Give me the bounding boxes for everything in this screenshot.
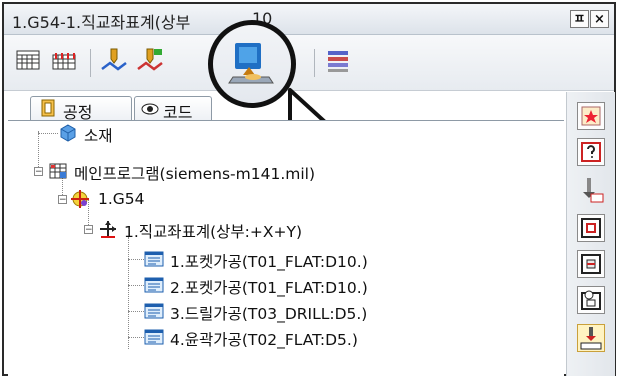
operation-window: 1.G54-1.직교좌표계(상부 10 ㅍ × 공정 코드 소재 − 메인프로그… bbox=[2, 2, 616, 377]
tree-expander-minus[interactable]: − bbox=[84, 225, 93, 235]
workoffset-target-icon bbox=[71, 190, 89, 208]
program-grid-icon bbox=[49, 163, 67, 179]
new-op-icon bbox=[581, 106, 601, 126]
tree-connector bbox=[38, 133, 58, 134]
tree-connector bbox=[128, 259, 144, 260]
engrave-op-icon bbox=[580, 327, 602, 350]
right-toolbar bbox=[566, 92, 615, 376]
tab-code[interactable]: 코드 bbox=[134, 96, 212, 122]
operation-doc-icon bbox=[144, 277, 164, 293]
pin-button[interactable]: ㅍ bbox=[570, 10, 589, 28]
close-icon: × bbox=[594, 12, 605, 27]
boss-operation-button[interactable] bbox=[577, 214, 605, 242]
tree-item-label: 1.포켓가공(T01_FLAT:D10.) bbox=[170, 253, 368, 271]
tab-strip: 공정 코드 bbox=[4, 92, 564, 122]
window-title: 1.G54-1.직교좌표계(상부 bbox=[12, 13, 191, 32]
tree-connector bbox=[128, 337, 144, 338]
machine-simulation-icon[interactable] bbox=[227, 39, 277, 89]
operation-doc-icon bbox=[144, 303, 164, 319]
face-operation-button[interactable] bbox=[577, 286, 605, 314]
toolbar-separator bbox=[90, 49, 91, 77]
tree-item-label: 1.G54 bbox=[98, 190, 145, 208]
tree-item-label: 4.윤곽가공(T02_FLAT:D5.) bbox=[170, 331, 358, 349]
tree-expander-minus[interactable]: − bbox=[34, 167, 43, 177]
tree-item-label: 소재 bbox=[84, 127, 113, 145]
toolbar-separator bbox=[314, 49, 315, 77]
operation-doc-icon bbox=[144, 329, 164, 345]
unknown-operation-button[interactable] bbox=[577, 138, 605, 166]
toolbar bbox=[4, 35, 614, 91]
engrave-operation-button[interactable] bbox=[577, 324, 605, 352]
eye-code-icon bbox=[141, 103, 159, 115]
close-button[interactable]: × bbox=[590, 10, 609, 28]
drill-down-icon[interactable] bbox=[577, 176, 605, 204]
tree-connector bbox=[128, 311, 144, 312]
tab-process[interactable]: 공정 bbox=[30, 96, 132, 122]
title-bar: 1.G54-1.직교좌표계(상부 10 ㅍ × bbox=[4, 4, 614, 35]
operation-tree: 소재 − 메인프로그램(siemens-m141.mil) − 1.G54 − bbox=[8, 120, 564, 377]
boss-op-icon bbox=[581, 218, 601, 238]
tree-item-label: 1.직교좌표계(상부:+X+Y) bbox=[124, 223, 302, 241]
tree-expander-minus[interactable]: − bbox=[58, 195, 67, 205]
tree-connector bbox=[128, 237, 129, 349]
tree-item-label: 2.포켓가공(T01_FLAT:D10.) bbox=[170, 279, 368, 297]
face-op-icon bbox=[581, 290, 601, 310]
tool-color-icon[interactable] bbox=[136, 47, 164, 75]
tree-connector bbox=[128, 285, 144, 286]
new-operation-button[interactable] bbox=[577, 102, 605, 130]
pin-icon: ㅍ bbox=[573, 12, 586, 27]
coordinate-axes-icon bbox=[100, 221, 116, 238]
stock-grid-icon[interactable] bbox=[14, 47, 42, 75]
tree-item-label: 메인프로그램(siemens-m141.mil) bbox=[74, 165, 316, 183]
pocket-operation-button[interactable] bbox=[577, 250, 605, 278]
color-bars-icon[interactable] bbox=[324, 47, 352, 75]
tool-path-icon[interactable] bbox=[100, 47, 128, 75]
pocket-op-icon bbox=[581, 254, 601, 274]
tree-item-label: 3.드릴가공(T03_DRILL:D5.) bbox=[170, 305, 368, 323]
stock-grid-red-icon[interactable] bbox=[50, 47, 78, 75]
operation-doc-icon bbox=[144, 251, 164, 267]
stock-cube-icon bbox=[60, 124, 76, 142]
question-op-icon bbox=[581, 142, 601, 162]
process-tab-icon bbox=[41, 99, 55, 117]
